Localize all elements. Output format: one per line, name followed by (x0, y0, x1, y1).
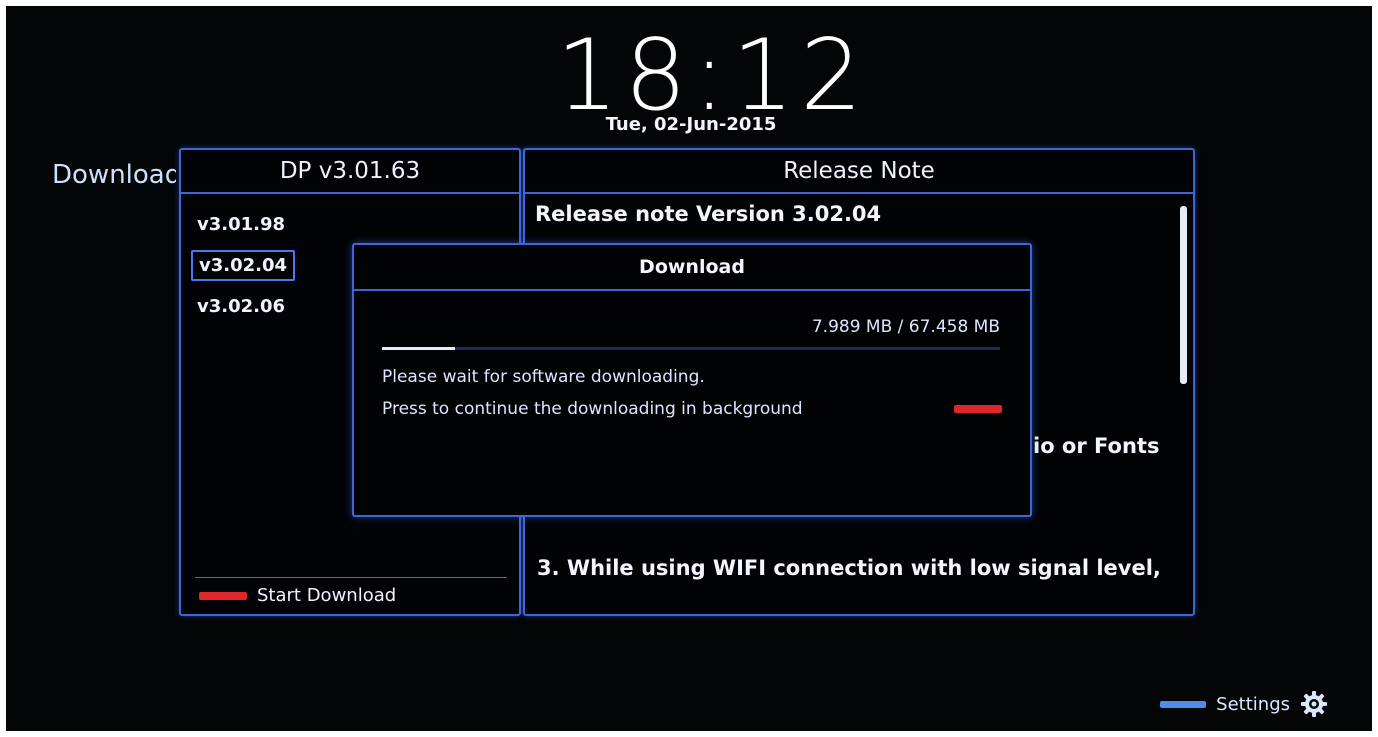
release-note-line: Release note Version 3.02.04 (535, 202, 882, 226)
version-item[interactable]: v3.02.06 (197, 296, 285, 317)
tv-screen: 18:12 Tue, 02-Jun-2015 Download DP v3.01… (6, 6, 1372, 731)
settings-button[interactable]: Settings (1160, 690, 1328, 718)
download-wait-message: Please wait for software downloading. (382, 367, 705, 387)
release-note-header: Release Note (525, 150, 1193, 194)
current-version-header: DP v3.01.63 (181, 150, 519, 194)
release-note-line: 3. While using WIFI connection with low … (537, 556, 1161, 580)
download-background-message: Press to continue the downloading in bac… (382, 399, 803, 419)
red-key-icon[interactable] (954, 405, 1002, 413)
version-item[interactable]: v3.01.98 (197, 214, 285, 235)
page-title: Download (52, 160, 176, 190)
start-download-label: Start Download (257, 585, 397, 606)
start-download-button[interactable]: Start Download (199, 585, 396, 606)
download-progress-fill (382, 347, 455, 350)
download-dialog: Download 7.989 MB / 67.458 MB Please wai… (352, 243, 1032, 517)
clock-date: Tue, 02-Jun-2015 (605, 114, 777, 135)
release-note-line: io or Fonts (1033, 434, 1160, 458)
blue-key-icon (1160, 700, 1207, 708)
dialog-title: Download (354, 245, 1030, 291)
download-progress-bar (382, 347, 1000, 350)
version-item-selected[interactable]: v3.02.04 (191, 250, 296, 281)
red-key-icon (199, 591, 247, 600)
release-note-scrollbar[interactable] (1180, 206, 1187, 384)
divider (195, 577, 507, 578)
clock-time: 18:12 (556, 19, 869, 133)
download-size: 7.989 MB / 67.458 MB (811, 317, 1000, 337)
gear-icon (1301, 691, 1327, 717)
settings-label: Settings (1216, 693, 1290, 715)
